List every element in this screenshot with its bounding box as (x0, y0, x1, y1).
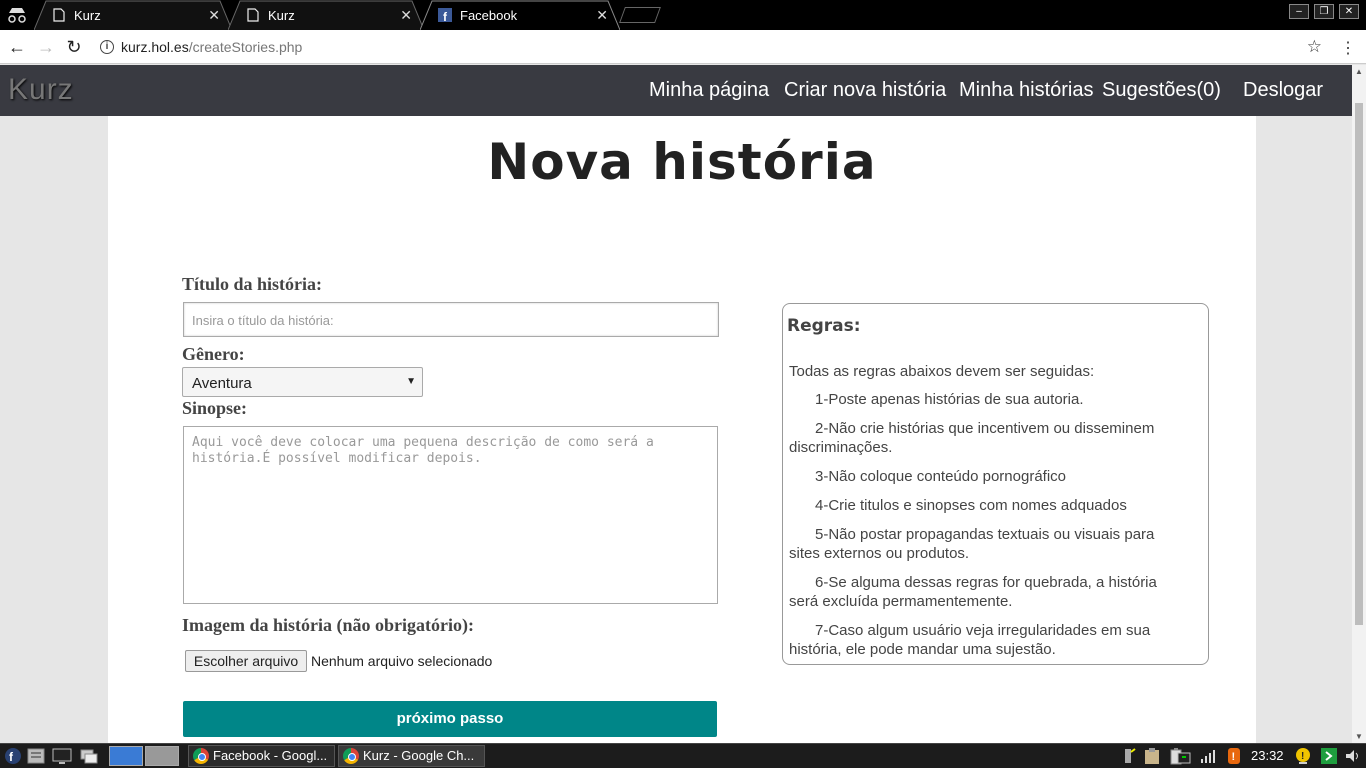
rules-box: Regras: Todas as regras abaixos devem se… (782, 303, 1209, 665)
taskbar-task-facebook[interactable]: Facebook - Googl... (188, 745, 335, 767)
usb-icon[interactable] (1118, 747, 1138, 765)
nav-create-story[interactable]: Criar nova história (784, 79, 946, 102)
clipboard-icon[interactable] (1142, 747, 1162, 765)
next-step-button[interactable]: próximo passo (183, 701, 717, 737)
bookmark-star-icon[interactable]: ☆ (1307, 34, 1322, 60)
tab-kurz-2[interactable]: Kurz ✕ (228, 0, 424, 30)
image-label: Imagem da história (não obrigatório): (182, 615, 474, 635)
url-path: /createStories.php (188, 39, 303, 55)
dropdown-arrow-icon: ▼ (406, 376, 416, 387)
tab-title: Facebook (460, 7, 518, 23)
rules-list: 1-Poste apenas histórias de sua autoria.… (789, 390, 1189, 669)
url-host: kurz.hol.es (121, 39, 189, 55)
content-card: Nova história Título da história: Insira… (108, 116, 1256, 743)
svg-text:!: ! (1301, 751, 1304, 762)
workspace-2[interactable] (145, 746, 179, 766)
file-status-text: Nenhum arquivo selecionado (311, 653, 493, 669)
synopsis-textarea[interactable]: Aqui você deve colocar uma pequena descr… (183, 426, 718, 604)
genre-label: Gênero: (182, 344, 245, 364)
address-bar[interactable]: i kurz.hol.es/createStories.php ☆ (94, 34, 1330, 60)
rule-item: 6-Se alguma dessas regras for quebrada, … (789, 574, 1157, 610)
workspace-1[interactable] (109, 746, 143, 766)
page-icon (53, 8, 65, 22)
windows-icon[interactable] (79, 747, 99, 765)
page-icon (247, 8, 259, 22)
rule-item: 3-Não coloque conteúdo pornográfico (815, 468, 1067, 485)
scroll-up-arrow-icon[interactable]: ▲ (1355, 67, 1363, 76)
page-title: Nova história (487, 133, 877, 191)
tab-title: Kurz (268, 7, 295, 23)
taskbar-task-kurz[interactable]: Kurz - Google Ch... (338, 745, 485, 767)
close-tab-icon[interactable]: ✕ (400, 7, 412, 24)
rules-title: Regras: (787, 316, 861, 336)
rule-item: 5-Não postar propagandas textuais ou vis… (789, 526, 1155, 562)
incognito-icon (8, 8, 26, 23)
clock: 23:32 (1251, 748, 1284, 763)
fedora-menu-icon[interactable]: f (3, 747, 23, 765)
site-info-icon[interactable]: i (100, 40, 114, 54)
genre-value: Aventura (192, 375, 252, 392)
update-notification-icon[interactable]: ! (1224, 747, 1244, 765)
nav-suggestions[interactable]: Sugestões(0) (1102, 79, 1221, 102)
browser-menu-icon[interactable]: ⋮ (1340, 38, 1356, 58)
rule-item: 7-Caso algum usuário veja irregularidade… (789, 622, 1151, 658)
close-window-button[interactable]: ✕ (1339, 4, 1359, 19)
tab-facebook[interactable]: f Facebook ✕ (420, 0, 620, 30)
file-manager-icon[interactable] (26, 747, 46, 765)
facebook-icon: f (438, 8, 452, 22)
browser-toolbar: ← → ↻ i kurz.hol.es/createStories.php ☆ … (0, 30, 1366, 64)
close-tab-icon[interactable]: ✕ (596, 7, 608, 24)
nav-my-page[interactable]: Minha página (649, 79, 769, 102)
site-logo[interactable]: Kurz (8, 73, 74, 107)
svg-text:!: ! (1232, 751, 1236, 763)
restore-button[interactable]: ❐ (1314, 4, 1334, 19)
forward-icon[interactable]: → (35, 36, 57, 58)
tab-title: Kurz (74, 7, 101, 23)
network-icon[interactable] (1172, 747, 1192, 765)
chrome-icon (193, 748, 209, 764)
back-icon[interactable]: ← (6, 36, 28, 58)
choose-file-button[interactable]: Escolher arquivo (185, 650, 307, 672)
os-taskbar: f Facebook - Googl... Kurz - Google Ch..… (0, 743, 1366, 768)
terminal-icon[interactable] (52, 747, 72, 765)
close-tab-icon[interactable]: ✕ (208, 7, 220, 24)
page-viewport: Kurz Minha página Criar nova história Mi… (0, 65, 1352, 743)
nav-my-stories[interactable]: Minha histórias (959, 79, 1094, 102)
title-label: Título da história: (182, 274, 323, 294)
task-label: Facebook - Googl... (213, 748, 328, 763)
site-navbar: Kurz Minha página Criar nova história Mi… (0, 65, 1352, 116)
chrome-icon (343, 748, 359, 764)
tab-kurz-1[interactable]: Kurz ✕ (34, 0, 232, 30)
scroll-down-arrow-icon[interactable]: ▼ (1355, 732, 1363, 741)
volume-icon[interactable] (1343, 747, 1363, 765)
new-tab-button[interactable] (619, 7, 661, 23)
scrollbar-thumb[interactable] (1355, 103, 1363, 625)
exit-icon[interactable] (1319, 747, 1339, 765)
story-title-input[interactable]: Insira o título da história: (183, 302, 719, 337)
page-scrollbar[interactable]: ▲ ▼ (1352, 65, 1366, 743)
synopsis-label: Sinopse: (182, 398, 248, 418)
signal-icon[interactable] (1198, 747, 1218, 765)
minimize-button[interactable]: – (1289, 4, 1309, 19)
rule-item: 1-Poste apenas histórias de sua autoria. (815, 391, 1084, 408)
rules-intro: Todas as regras abaixos devem ser seguid… (789, 363, 1095, 380)
info-notification-icon[interactable]: ! (1293, 747, 1313, 765)
browser-tab-strip: Kurz ✕ Kurz ✕ f Facebook ✕ – ❐ ✕ (0, 0, 1366, 30)
rule-item: 4-Crie titulos e sinopses com nomes adqu… (815, 497, 1127, 514)
reload-icon[interactable]: ↻ (63, 36, 85, 58)
task-label: Kurz - Google Ch... (363, 748, 475, 763)
nav-logout[interactable]: Deslogar (1243, 79, 1323, 102)
genre-select[interactable]: Aventura ▼ (182, 367, 423, 397)
rule-item: 2-Não crie histórias que incentivem ou d… (789, 420, 1155, 456)
